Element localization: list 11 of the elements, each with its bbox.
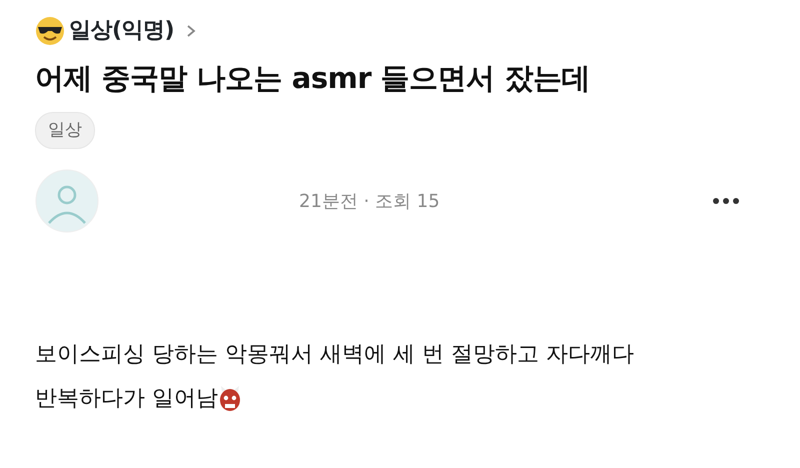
ogre-icon xyxy=(218,386,242,412)
tag-chip[interactable]: 일상 xyxy=(35,112,95,150)
more-options-icon[interactable] xyxy=(712,197,740,206)
post-body-line: 반복하다가 일어남 xyxy=(35,385,218,414)
sunglasses-face-icon xyxy=(35,16,65,46)
chevron-right-icon[interactable] xyxy=(186,24,196,38)
post-body-line: 보이스피싱 당하는 악몽꿔서 새벽에 세 번 절망하고 자다깨다 xyxy=(35,341,634,370)
avatar-icon xyxy=(35,169,99,234)
post-title: 어제 중국말 나오는 asmr 들으면서 잤는데 xyxy=(35,61,591,96)
post-meta: 21분전 · 조회 15 xyxy=(299,190,440,214)
board-link[interactable]: 일상(익명) xyxy=(69,14,174,47)
